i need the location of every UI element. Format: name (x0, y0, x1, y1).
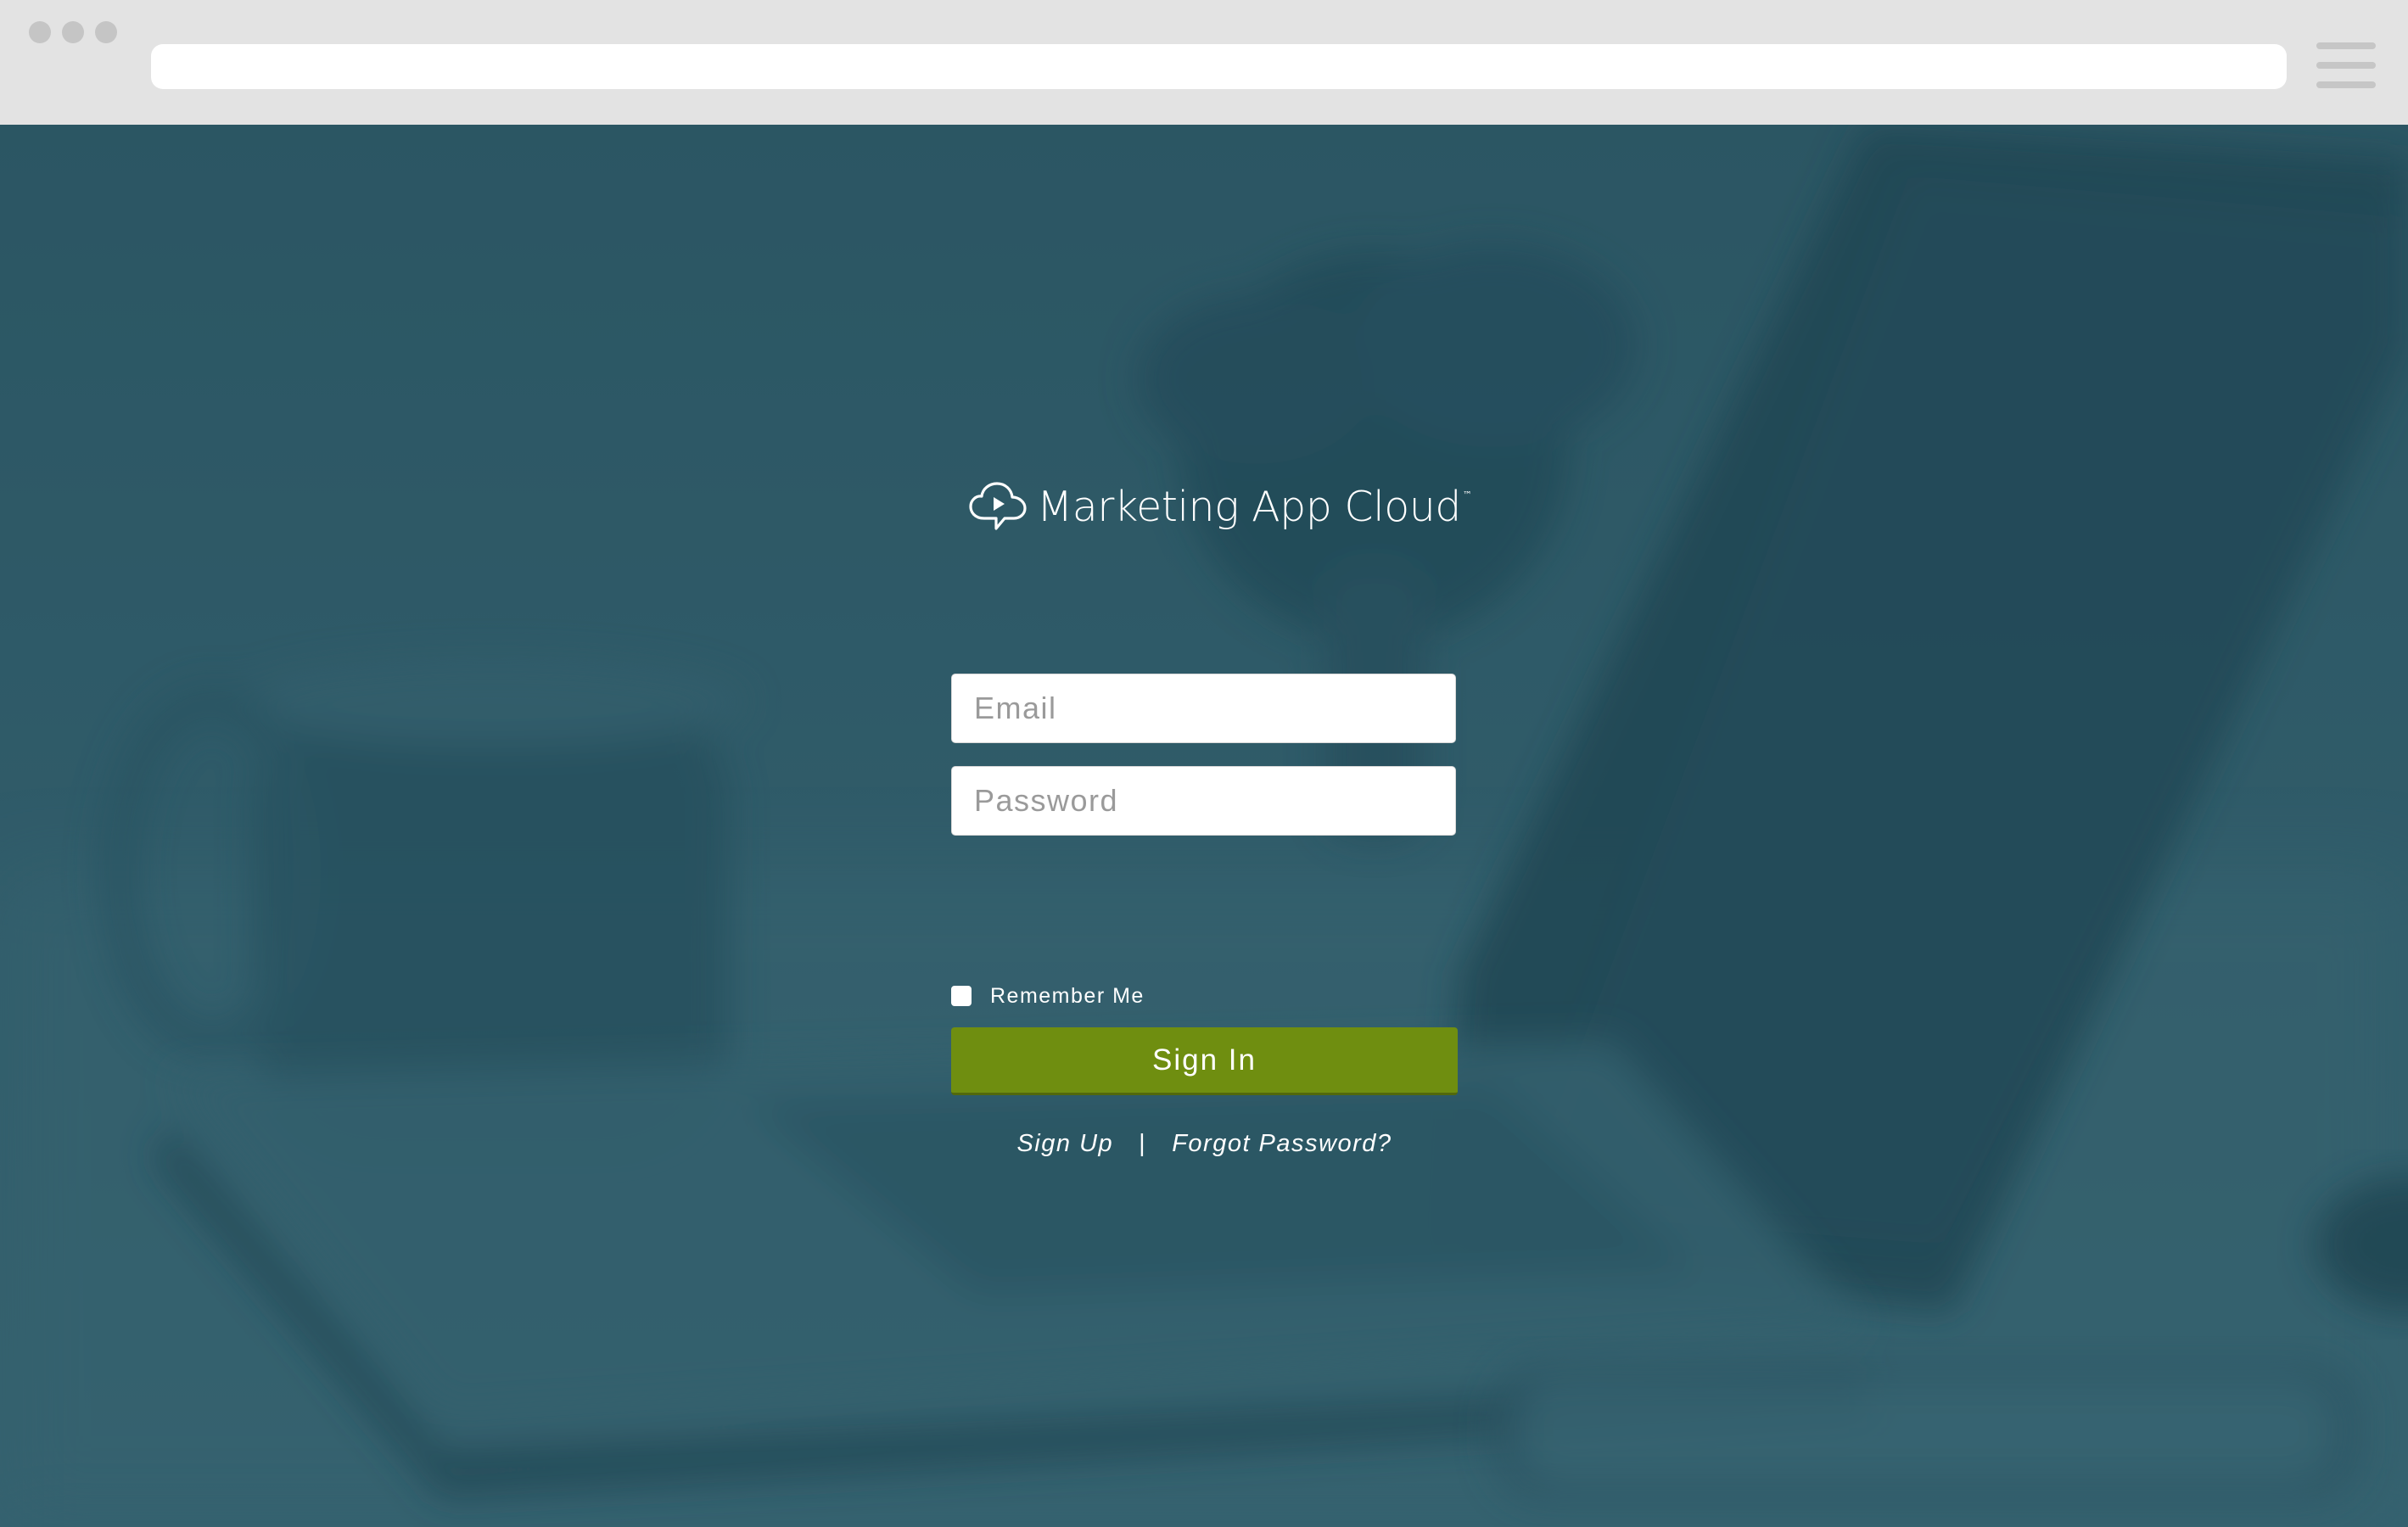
sign-up-link[interactable]: Sign Up (1016, 1130, 1113, 1157)
forgot-password-link[interactable]: Forgot Password? (1172, 1130, 1392, 1157)
login-hero: Marketing App Cloud ™ Remember Me Sign I… (0, 125, 2408, 1527)
address-bar[interactable] (151, 44, 2287, 89)
remember-me-label: Remember Me (990, 983, 1145, 1008)
menu-icon[interactable] (2316, 42, 2376, 88)
link-separator: | (1139, 1130, 1147, 1157)
browser-toolbar (0, 0, 2408, 126)
remember-me-checkbox[interactable] (951, 986, 972, 1006)
brand-logo: Marketing App Cloud ™ (967, 468, 1472, 545)
menu-icon-bar (2316, 81, 2376, 88)
window-minimize-dot[interactable] (62, 21, 84, 43)
menu-icon-bar (2316, 42, 2376, 49)
remember-me-row[interactable]: Remember Me (951, 983, 1145, 1009)
window-maximize-dot[interactable] (95, 21, 117, 43)
browser-window: Marketing App Cloud ™ Remember Me Sign I… (0, 0, 2408, 1527)
cloud-play-icon (969, 482, 1027, 530)
brand-name: Marketing App Cloud (1037, 482, 1461, 531)
trademark-mark: ™ (1462, 489, 1472, 501)
menu-icon-bar (2316, 62, 2376, 69)
window-close-dot[interactable] (29, 21, 51, 43)
email-field[interactable] (951, 674, 1456, 743)
auth-links: Sign Up | Forgot Password? (951, 1130, 1458, 1158)
sign-in-button[interactable]: Sign In (951, 1027, 1458, 1095)
password-field[interactable] (951, 766, 1456, 836)
